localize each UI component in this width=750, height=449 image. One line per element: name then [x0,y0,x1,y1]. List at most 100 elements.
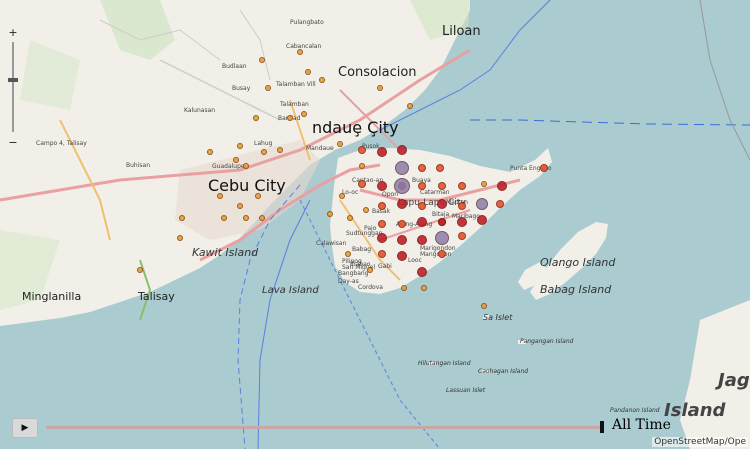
data-marker[interactable] [417,267,427,277]
data-marker[interactable] [243,163,249,169]
data-marker[interactable] [395,161,409,175]
place-label: Pulangbato [290,19,324,26]
data-marker[interactable] [221,215,227,221]
data-marker[interactable] [417,235,427,245]
map-attribution[interactable]: OpenStreetMap/Ope [652,437,748,447]
data-marker[interactable] [217,193,223,199]
data-marker[interactable] [377,233,387,243]
place-label: Pajo [364,225,377,232]
data-marker[interactable] [277,147,283,153]
data-marker[interactable] [237,203,243,209]
data-marker[interactable] [438,218,446,226]
data-marker[interactable] [255,193,261,199]
data-marker[interactable] [207,149,213,155]
data-marker[interactable] [435,231,449,245]
data-marker[interactable] [540,164,548,172]
data-marker[interactable] [265,85,271,91]
data-marker[interactable] [497,181,507,191]
data-marker[interactable] [481,181,487,187]
zoom-thumb[interactable] [8,78,18,82]
city-label-mandaue: ndauȩ Çity [312,118,399,137]
city-label-consolacion: Consolacion [338,65,417,80]
place-label: Lahug [254,140,273,147]
data-marker[interactable] [397,199,407,209]
data-marker[interactable] [438,250,446,258]
data-marker[interactable] [496,200,504,208]
data-marker[interactable] [358,180,366,188]
data-marker[interactable] [259,57,265,63]
data-marker[interactable] [259,215,265,221]
data-marker[interactable] [401,285,407,291]
data-marker[interactable] [457,217,467,227]
data-marker[interactable] [367,267,373,273]
data-marker[interactable] [319,77,325,83]
island-label-olango: Olango Island [540,256,616,269]
data-marker[interactable] [233,157,239,163]
zoom-track[interactable] [12,42,14,132]
data-marker[interactable] [297,49,303,55]
data-marker[interactable] [378,220,386,228]
data-marker[interactable] [359,163,365,169]
data-marker[interactable] [378,202,386,210]
data-marker[interactable] [436,164,444,172]
data-marker[interactable] [438,182,446,190]
place-label: Kalunasan [184,107,216,114]
data-marker[interactable] [397,145,407,155]
city-label-cebu: Cebu City [208,176,286,195]
island-label-pangangan: Pangangan Island [520,338,574,345]
play-button[interactable]: ▶ [12,418,38,438]
data-marker[interactable] [397,235,407,245]
data-marker[interactable] [394,178,410,194]
island-label-lassuan: Lassuan Islet [446,387,486,394]
place-label: Campo 4, Talisay [36,140,87,147]
place-label: Busay [232,85,251,92]
data-marker[interactable] [477,215,487,225]
zoom-out-button[interactable]: − [6,136,20,150]
place-label: Budlaan [222,63,247,70]
data-marker[interactable] [458,202,466,210]
data-marker[interactable] [378,250,386,258]
data-marker[interactable] [137,267,143,273]
data-marker[interactable] [305,69,311,75]
map-canvas[interactable]: Cebu City ndauȩ Çity Lapu-Lapu City Cons… [0,0,750,449]
data-marker[interactable] [337,141,343,147]
data-marker[interactable] [301,111,307,117]
data-marker[interactable] [418,164,426,172]
data-marker[interactable] [407,103,413,109]
time-slider-thumb[interactable] [600,421,604,433]
data-marker[interactable] [476,198,488,210]
zoom-in-button[interactable]: + [6,26,20,40]
data-marker[interactable] [418,202,426,210]
data-marker[interactable] [421,285,427,291]
data-marker[interactable] [458,232,466,240]
data-marker[interactable] [339,193,345,199]
place-label: Calawisan [316,240,347,247]
data-marker[interactable] [437,199,447,209]
data-marker[interactable] [418,182,426,190]
data-marker[interactable] [363,207,369,213]
data-marker[interactable] [253,115,259,121]
data-marker[interactable] [398,220,406,228]
data-marker[interactable] [458,182,466,190]
data-marker[interactable] [177,235,183,241]
data-marker[interactable] [417,217,427,227]
place-label: Cordova [358,284,383,291]
data-marker[interactable] [287,115,293,121]
data-marker[interactable] [377,147,387,157]
island-label-kawit: Kawit Island [192,246,259,259]
data-marker[interactable] [237,143,243,149]
data-marker[interactable] [261,149,267,155]
data-marker[interactable] [358,146,366,154]
data-marker[interactable] [377,85,383,91]
place-label: Bangbang [338,270,369,277]
time-slider-track[interactable] [46,426,602,429]
data-marker[interactable] [179,215,185,221]
city-label-minglanilla: Minglanilla [22,290,82,303]
data-marker[interactable] [327,211,333,217]
data-marker[interactable] [377,181,387,191]
data-marker[interactable] [345,251,351,257]
data-marker[interactable] [397,251,407,261]
data-marker[interactable] [243,215,249,221]
data-marker[interactable] [347,215,353,221]
data-marker[interactable] [481,303,487,309]
